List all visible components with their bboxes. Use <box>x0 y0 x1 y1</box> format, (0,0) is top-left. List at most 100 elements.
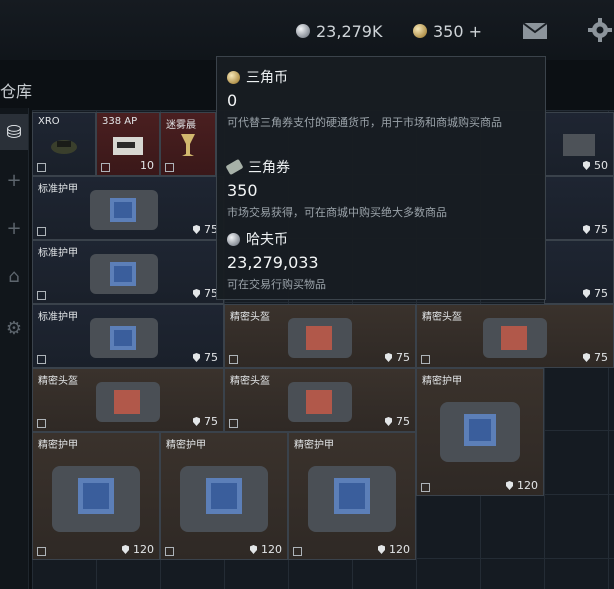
armor-icon <box>440 402 520 462</box>
lock-icon <box>165 547 174 556</box>
durability: 75 <box>583 287 608 300</box>
tooltip-triangle-ticket: 三角券 350 市场交易获得，可在商城中购买绝大多数商品 <box>225 157 527 221</box>
haf-coin-icon <box>296 24 310 38</box>
item-standard-armor[interactable]: 标准护甲 75 <box>32 240 224 304</box>
item-name: 精密头盔 <box>230 376 270 387</box>
lock-icon <box>37 163 46 172</box>
currency-desc: 市场交易获得，可在商城中购买绝大多数商品 <box>227 206 447 219</box>
armor-icon <box>180 465 268 532</box>
item-armor-partial[interactable]: 50 <box>544 112 614 176</box>
durability: 75 <box>193 415 218 428</box>
item-precision-helmet[interactable]: 精密头盔 75 <box>224 368 416 432</box>
currency-bar: 23,279K 350 + <box>0 0 614 60</box>
durability: 75 <box>193 351 218 364</box>
item-precision-armor[interactable]: 精密护甲 120 <box>32 432 160 560</box>
item-standard-armor[interactable]: 标准护甲 75 <box>32 176 224 240</box>
tooltip-triangle-coin: 三角币 0 可代替三角券支付的硬通货币，用于市场和商城购买商品 <box>227 67 527 131</box>
quantity: 10 <box>140 159 154 172</box>
item-precision-helmet[interactable]: 精密头盔 75 <box>224 304 416 368</box>
item-name: 精密头盔 <box>230 312 270 323</box>
currency-tooltip: 三角币 0 可代替三角券支付的硬通货币，用于市场和商城购买商品 三角券 350 … <box>216 56 546 300</box>
item-precision-helmet[interactable]: 精密头盔 75 <box>416 304 614 368</box>
gear-icon[interactable] <box>588 18 612 42</box>
lock-icon <box>421 355 430 364</box>
item-name: 精密护甲 <box>38 440 78 451</box>
settings-icon[interactable]: ⚙ <box>0 310 28 346</box>
currency-value: 23,279,033 <box>227 253 319 272</box>
warehouse-tab-icon[interactable]: ⛁ <box>0 114 28 150</box>
lock-icon <box>37 419 46 428</box>
durability: 75 <box>193 223 218 236</box>
durability: 75 <box>385 415 410 428</box>
durability: 75 <box>385 351 410 364</box>
currency-desc: 可代替三角券支付的硬通货币，用于市场和商城购买商品 <box>227 116 502 129</box>
currency-value: 0 <box>227 91 238 110</box>
item-precision-armor[interactable]: 精密护甲 120 <box>416 368 544 496</box>
add-icon-secondary[interactable]: + <box>0 210 28 246</box>
goblet-icon <box>181 134 195 157</box>
triangle-coin-amount: 350 + <box>433 21 483 41</box>
item-armor-partial-3[interactable]: 75 <box>544 240 614 304</box>
currency-name: 三角币 <box>246 70 288 86</box>
durability: 120 <box>506 479 538 492</box>
triangle-coin-icon <box>413 24 427 38</box>
durability: 50 <box>583 159 608 172</box>
add-icon[interactable]: + <box>0 162 28 198</box>
armor-icon <box>90 254 159 295</box>
item-precision-helmet[interactable]: 精密头盔 75 <box>32 368 224 432</box>
lock-icon <box>37 355 46 364</box>
durability: 75 <box>583 351 608 364</box>
item-armor-partial-2[interactable]: 75 <box>544 176 614 240</box>
item-xro[interactable]: XRO <box>32 112 96 176</box>
warehouse-title: 仓库 <box>0 82 33 101</box>
ammo-box-icon <box>113 137 143 156</box>
item-precision-armor[interactable]: 精密护甲 120 <box>160 432 288 560</box>
durability: 75 <box>193 287 218 300</box>
haf-coin-icon <box>227 232 240 246</box>
durability: 75 <box>583 223 608 236</box>
armor-icon <box>483 318 547 359</box>
armor-icon <box>52 465 140 532</box>
sidebar: ⛁ + + ⌂ ⚙ <box>0 108 29 589</box>
triangle-coin-icon <box>227 70 240 84</box>
lock-icon <box>37 547 46 556</box>
item-name: 精密头盔 <box>422 312 462 323</box>
currency-name: 三角券 <box>248 160 290 176</box>
lock-icon <box>101 163 110 172</box>
currency-name: 哈夫币 <box>246 232 288 248</box>
item-name: 标准护甲 <box>38 312 78 323</box>
armor-icon <box>308 465 396 532</box>
armor-icon <box>96 382 160 423</box>
item-name: 精密护甲 <box>294 440 334 451</box>
item-name: 338 AP <box>102 116 138 127</box>
lock-icon[interactable]: ⌂ <box>0 258 28 294</box>
lock-icon <box>37 227 46 236</box>
lock-icon <box>229 355 238 364</box>
triangle-coin-balance[interactable]: 350 + <box>413 20 482 42</box>
item-precision-armor[interactable]: 精密护甲 120 <box>288 432 416 560</box>
item-name: 精密头盔 <box>38 376 78 387</box>
item-name: 迷雾晨 <box>166 120 196 131</box>
lock-icon <box>293 547 302 556</box>
durability: 120 <box>250 543 282 556</box>
item-name: 精密护甲 <box>422 376 462 387</box>
item-338ap[interactable]: 338 AP 10 <box>96 112 160 176</box>
item-mist[interactable]: 迷雾晨 <box>160 112 216 176</box>
haf-coin-balance[interactable]: 23,279K <box>296 20 382 42</box>
mail-icon[interactable] <box>522 22 548 40</box>
item-standard-armor[interactable]: 标准护甲 75 <box>32 304 224 368</box>
ticket-icon <box>225 158 244 176</box>
item-name: 标准护甲 <box>38 248 78 259</box>
armor-icon <box>288 318 352 359</box>
armor-icon <box>563 134 595 157</box>
item-name: XRO <box>38 116 60 127</box>
lock-icon <box>37 291 46 300</box>
armor-icon <box>90 190 159 231</box>
item-name: 标准护甲 <box>38 184 78 195</box>
haf-coin-amount: 23,279K <box>316 21 383 41</box>
currency-desc: 可在交易行购买物品 <box>227 278 326 291</box>
tooltip-haf-coin: 哈夫币 23,279,033 可在交易行购买物品 <box>227 229 527 293</box>
durability: 120 <box>122 543 154 556</box>
lock-icon <box>165 163 174 172</box>
armor-icon <box>90 318 159 359</box>
